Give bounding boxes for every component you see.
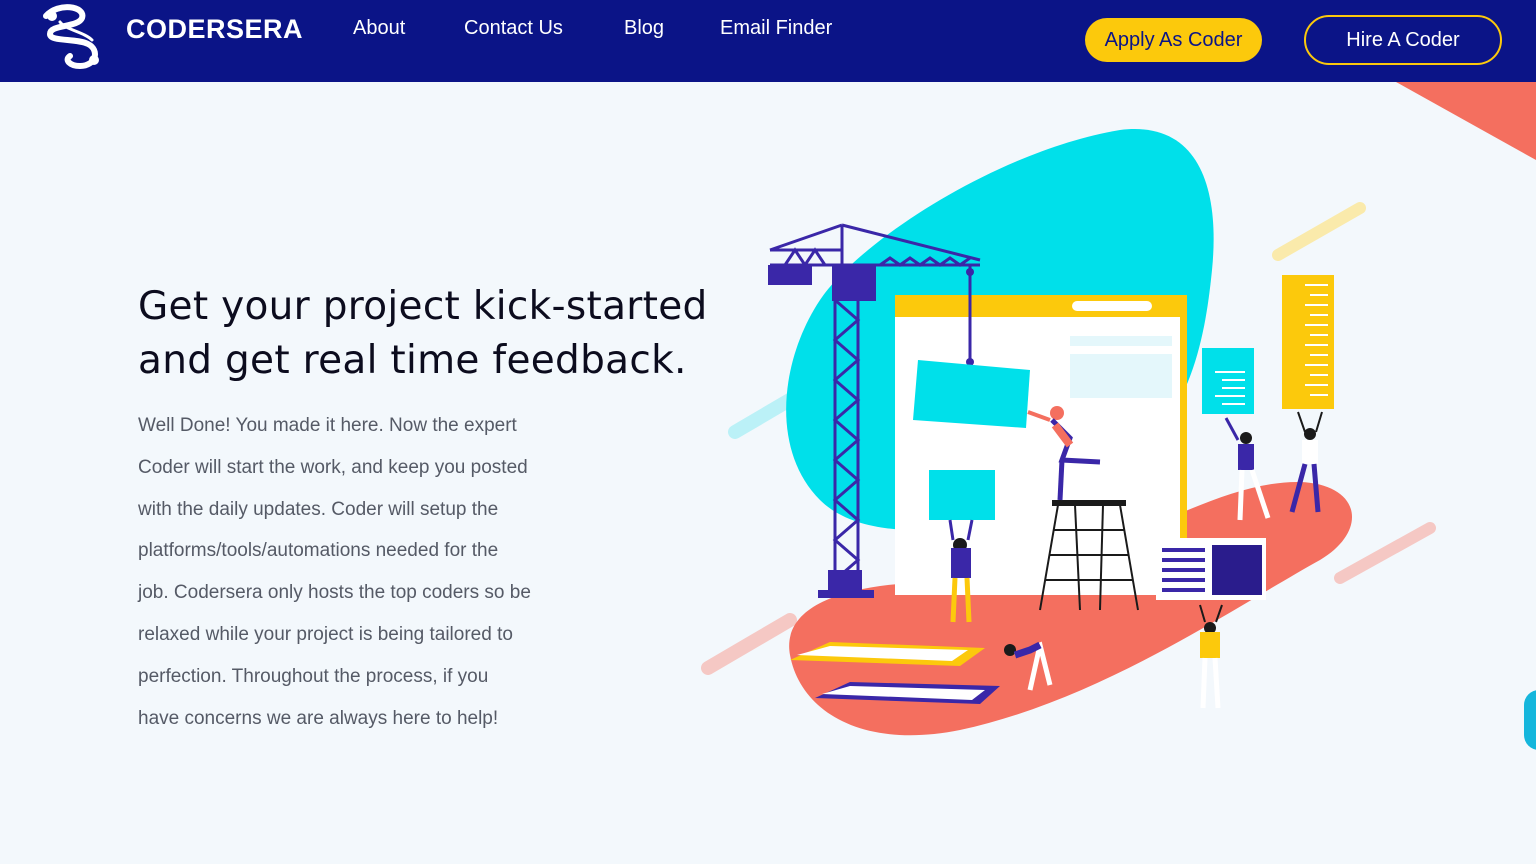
hero-description: Well Done! You made it here. Now the exp…	[138, 405, 598, 739]
description-line: Coder will start the work, and keep you …	[138, 456, 528, 478]
hire-a-coder-button[interactable]: Hire A Coder	[1304, 15, 1502, 65]
hero-title-line-2: and get real time feedback.	[138, 338, 687, 383]
hero-title-line-1: Get your project kick-started	[138, 284, 708, 329]
description-line: job. Codersera only hosts the top coders…	[138, 582, 531, 604]
description-line: perfection. Throughout the process, if y…	[138, 665, 489, 687]
chat-widget-button[interactable]	[1524, 690, 1536, 750]
codersera-logo-icon[interactable]	[36, 4, 108, 70]
description-line: platforms/tools/automations needed for t…	[138, 540, 499, 562]
description-line: with the daily updates. Coder will setup…	[138, 498, 499, 520]
apply-as-coder-button[interactable]: Apply As Coder	[1085, 18, 1262, 62]
description-line: have concerns we are always here to help…	[138, 707, 499, 729]
top-navbar: CODERSERA About Contact Us Blog Email Fi…	[0, 0, 1536, 82]
description-line: relaxed while your project is being tail…	[138, 623, 513, 645]
description-line: Well Done! You made it here. Now the exp…	[138, 415, 517, 436]
brand-name[interactable]: CODERSERA	[126, 14, 303, 45]
construction-crane-illustration	[701, 129, 1436, 736]
nav-link-email-finder[interactable]: Email Finder	[720, 17, 832, 40]
nav-link-contact-us[interactable]: Contact Us	[464, 17, 563, 40]
hero-title: Get your project kick-started and get re…	[138, 280, 738, 388]
nav-link-blog[interactable]: Blog	[624, 17, 664, 40]
nav-link-about[interactable]: About	[353, 17, 405, 40]
